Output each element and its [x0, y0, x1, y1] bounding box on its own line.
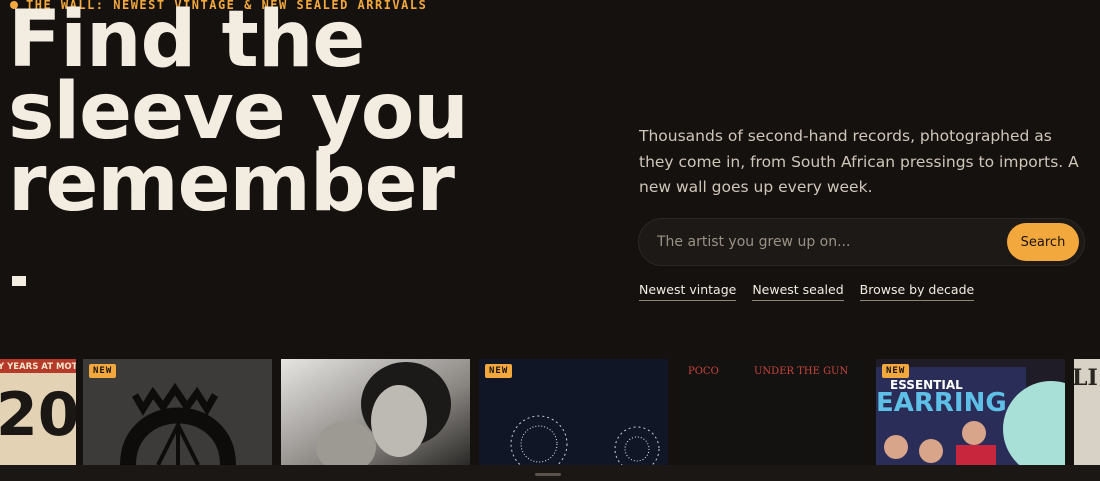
search-form: Search — [638, 218, 1085, 266]
new-badge: NEW — [882, 364, 910, 378]
record-number: 20 — [0, 380, 76, 450]
record-top-text: Y YEARS AT MOTOWN — [0, 362, 76, 372]
record-fragment: LI — [1074, 365, 1098, 391]
search-input[interactable] — [657, 219, 997, 265]
quick-links: Newest vintage Newest sealed Browse by d… — [639, 282, 975, 301]
record-cover-art — [281, 359, 470, 465]
record-card[interactable] — [281, 359, 470, 465]
record-card[interactable]: POCO UNDER THE GUN — [678, 359, 867, 465]
new-badge: NEW — [89, 364, 117, 378]
cursor-block-icon — [12, 276, 26, 286]
record-cover-art: POCO UNDER THE GUN — [688, 366, 848, 377]
headline-line-2: sleeve you — [8, 67, 469, 157]
scroll-track — [0, 465, 1100, 481]
record-card[interactable]: NEW — [83, 359, 272, 465]
link-browse-by-decade[interactable]: Browse by decade — [859, 282, 975, 301]
record-title: UNDER THE GUN — [754, 366, 848, 377]
record-card[interactable]: Y YEARS AT MOTOWN 20 — [0, 359, 76, 465]
record-cover-art: LI — [1074, 365, 1098, 391]
hero-headline: Find the sleeve you remember — [8, 0, 469, 229]
record-card[interactable]: NEW — [479, 359, 668, 465]
record-wall: Y YEARS AT MOTOWN 20 NEW — [0, 359, 1100, 481]
record-line-2: EARRING — [876, 388, 1007, 418]
record-card[interactable]: LI — [1074, 359, 1100, 465]
link-newest-sealed[interactable]: Newest sealed — [752, 282, 844, 301]
record-cover-art: Y YEARS AT MOTOWN 20 — [0, 359, 76, 450]
drag-handle[interactable] — [535, 473, 561, 476]
record-card[interactable]: ESSENTIAL EARRING NEW — [876, 359, 1065, 465]
headline-line-1: Find the — [8, 0, 365, 85]
headline-line-3: remember — [8, 139, 455, 229]
hero-lede: Thousands of second-hand records, photog… — [639, 127, 1079, 196]
record-artist: POCO — [688, 366, 719, 377]
search-button[interactable]: Search — [1007, 223, 1079, 261]
new-badge: NEW — [485, 364, 513, 378]
link-newest-vintage[interactable]: Newest vintage — [639, 282, 737, 301]
